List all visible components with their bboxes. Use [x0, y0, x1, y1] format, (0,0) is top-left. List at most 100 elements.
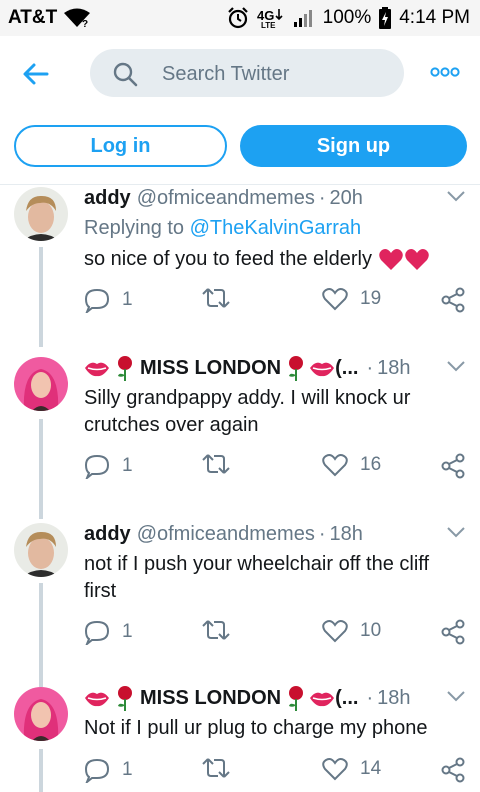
like-count: 16 — [360, 454, 382, 475]
reply-action[interactable]: 1 — [84, 757, 133, 783]
separator-dot: · — [366, 356, 374, 379]
more-options-icon[interactable] — [430, 66, 460, 78]
rose-emoji — [289, 686, 304, 711]
tweet-header: addy @ofmiceandmemes · 18h — [84, 521, 363, 547]
tweet-text-line: first — [84, 580, 117, 602]
search-icon — [113, 62, 138, 87]
wifi-icon: ? — [64, 8, 91, 28]
tweet-actions: 1 10 — [84, 619, 474, 649]
avatar[interactable] — [14, 523, 68, 577]
author-name[interactable]: MISS LONDON — [140, 687, 281, 710]
reply-icon — [84, 620, 110, 645]
chevron-down-icon[interactable] — [446, 689, 466, 703]
signup-button[interactable]: Sign up — [240, 125, 467, 167]
author-handle[interactable]: @ofmiceandmemes — [137, 187, 315, 210]
red-heart-emoji — [378, 248, 429, 270]
rose-emoji — [118, 356, 132, 381]
thread-line — [39, 583, 43, 687]
share-action[interactable] — [440, 453, 466, 479]
heart-icon — [322, 620, 348, 643]
clock: 4:14 PM — [399, 7, 470, 28]
tweet-text-line: crutches over again — [84, 414, 259, 436]
reply-count: 1 — [122, 455, 133, 476]
tweet-text: Not if I pull ur plug to charge my phone — [84, 715, 464, 742]
like-count: 19 — [360, 288, 382, 309]
carrier-label: AT&T — [8, 7, 58, 28]
tweet-time[interactable]: 18h — [377, 687, 410, 710]
tweet-text-content: so nice of you to feed the elderly — [84, 248, 372, 270]
author-handle[interactable]: @ofmiceandmemes — [137, 523, 315, 546]
rose-emoji — [118, 686, 132, 711]
share-icon — [441, 287, 465, 313]
author-name[interactable]: MISS LONDON — [140, 357, 281, 380]
retweet-icon — [202, 620, 230, 640]
reply-action[interactable]: 1 — [84, 287, 133, 313]
reply-count: 1 — [122, 289, 133, 310]
login-button[interactable]: Log in — [14, 125, 227, 167]
share-action[interactable] — [440, 287, 466, 313]
author-name-suffix[interactable]: (... — [335, 357, 358, 380]
retweet-icon — [202, 758, 230, 778]
chevron-down-icon[interactable] — [446, 525, 466, 539]
avatar-image — [14, 357, 68, 411]
heart-icon — [322, 758, 348, 781]
author-name[interactable]: addy — [84, 187, 131, 210]
tweet-time[interactable]: 18h — [330, 523, 363, 546]
tweet-item[interactable]: addy @ofmiceandmemes · 20h Replying to @… — [0, 185, 480, 347]
avatar-image — [14, 523, 68, 577]
separator-dot: · — [366, 686, 374, 709]
share-action[interactable] — [440, 757, 466, 783]
lips-emoji — [85, 692, 109, 707]
avatar[interactable] — [14, 357, 68, 411]
heart-icon — [322, 454, 348, 477]
reply-action[interactable]: 1 — [84, 453, 133, 479]
heart-icon — [322, 288, 348, 311]
like-count: 10 — [360, 620, 382, 641]
tweet-time[interactable]: 20h — [330, 187, 363, 210]
search-box[interactable] — [90, 49, 404, 99]
retweet-icon — [202, 288, 230, 308]
tweet-text-line: not if I push your wheelchair off the cl… — [84, 553, 430, 575]
avatar-image — [14, 687, 68, 741]
back-arrow-icon[interactable] — [20, 58, 52, 90]
svg-text:LTE: LTE — [261, 21, 276, 29]
svg-text:?: ? — [82, 19, 88, 28]
chevron-down-icon[interactable] — [446, 189, 466, 203]
reply-action[interactable]: 1 — [84, 619, 133, 645]
tweet-header: MISS LONDON (... · 18h — [84, 355, 411, 381]
avatar[interactable] — [14, 687, 68, 741]
author-name-suffix[interactable]: (... — [335, 687, 358, 710]
chevron-down-icon[interactable] — [446, 359, 466, 373]
retweet-action[interactable] — [202, 287, 230, 309]
tweet-actions: 1 14 — [84, 757, 474, 787]
tweet-item[interactable]: MISS LONDON (... · 18h Silly grandpappy … — [0, 355, 480, 519]
retweet-action[interactable] — [202, 757, 230, 779]
search-input[interactable] — [160, 49, 394, 99]
share-action[interactable] — [440, 619, 466, 645]
thread-line — [39, 749, 43, 792]
lips-emoji — [310, 362, 335, 377]
like-action[interactable]: 10 — [322, 619, 381, 643]
replying-to-link[interactable]: @TheKalvinGarrah — [190, 217, 361, 239]
like-action[interactable]: 19 — [322, 287, 381, 311]
lips-emoji — [310, 692, 335, 707]
separator-dot: · — [318, 522, 326, 545]
reply-icon — [84, 758, 110, 783]
tweet-item[interactable]: MISS LONDON (... · 18h Not if I pull ur … — [0, 685, 480, 792]
status-right: 4G LTE 100% 4:14 PM — [227, 7, 470, 29]
author-name[interactable]: addy — [84, 523, 131, 546]
tweet-time[interactable]: 18h — [377, 357, 410, 380]
retweet-action[interactable] — [202, 453, 230, 475]
alarm-icon — [227, 7, 248, 29]
replying-to: Replying to @TheKalvinGarrah — [84, 217, 361, 240]
battery-icon — [379, 7, 392, 29]
like-action[interactable]: 16 — [322, 453, 381, 477]
thread-line — [39, 247, 43, 347]
separator-dot: · — [318, 186, 326, 209]
like-action[interactable]: 14 — [322, 757, 381, 781]
status-bar: AT&T ? 4G LTE 100% 4:14 PM — [0, 0, 480, 36]
tweet-item[interactable]: addy @ofmiceandmemes · 18h not if I push… — [0, 521, 480, 687]
avatar[interactable] — [14, 187, 68, 241]
retweet-action[interactable] — [202, 619, 230, 641]
tweet-header: MISS LONDON (... · 18h — [84, 685, 411, 711]
